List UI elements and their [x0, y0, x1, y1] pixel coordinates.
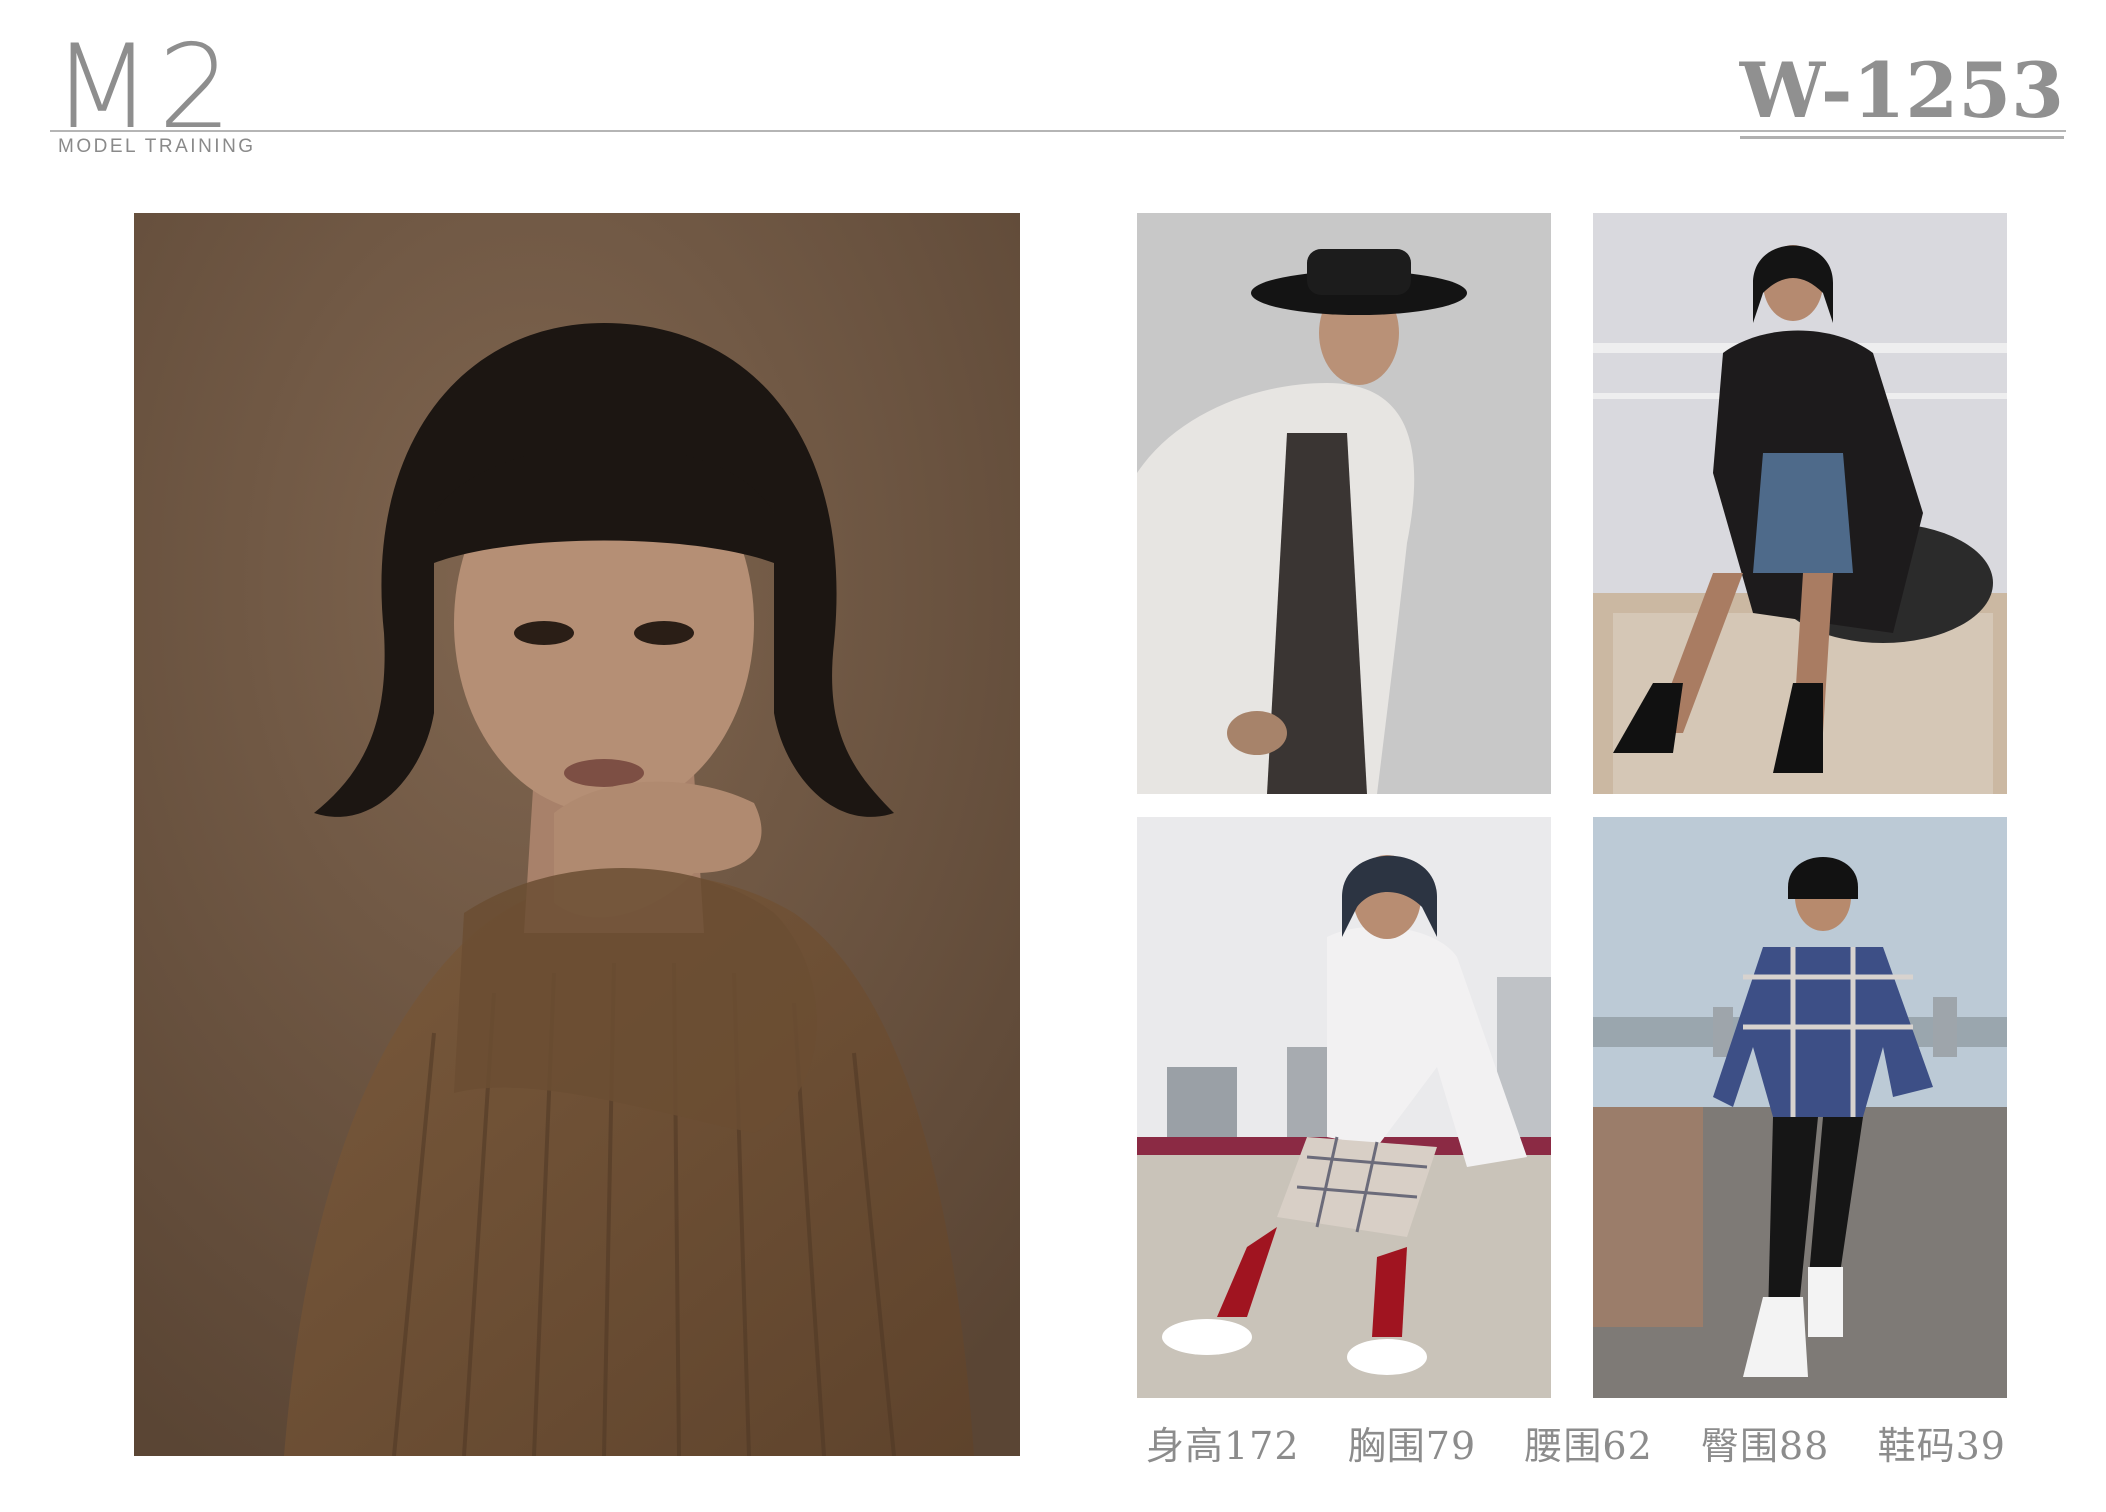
main-portrait-photo	[134, 213, 1020, 1456]
fashion-photo-puffer-jacket	[1137, 817, 1551, 1398]
fashion-photo-art	[1593, 213, 2007, 794]
logo-mark: M2	[52, 20, 238, 155]
portrait-photo-art	[134, 213, 1020, 1456]
model-code: W-1253	[1739, 48, 2064, 139]
bust-stat: 胸围79	[1347, 1423, 1477, 1468]
fashion-photo-plaid-sweater	[1593, 817, 2007, 1398]
hips-stat: 臀围88	[1701, 1423, 1830, 1468]
fashion-photo-leather-coat	[1593, 213, 2007, 794]
shoe-size-stat: 鞋码39	[1877, 1423, 2006, 1468]
fashion-photo-art	[1593, 817, 2007, 1398]
height-stat: 身高172	[1146, 1423, 1300, 1468]
fashion-photo-art	[1137, 817, 1551, 1398]
measurements-bar: 身高172 胸围79 腰围62 臀围88 鞋码39	[1146, 1414, 2006, 1470]
waist-stat: 腰围62	[1524, 1423, 1653, 1468]
logo-subtitle: MODEL TRAINING	[58, 136, 256, 157]
fashion-photo-art	[1137, 213, 1551, 794]
fashion-photo-hat-coat	[1137, 213, 1551, 794]
brand-logo: M2 MODEL TRAINING	[52, 30, 272, 160]
